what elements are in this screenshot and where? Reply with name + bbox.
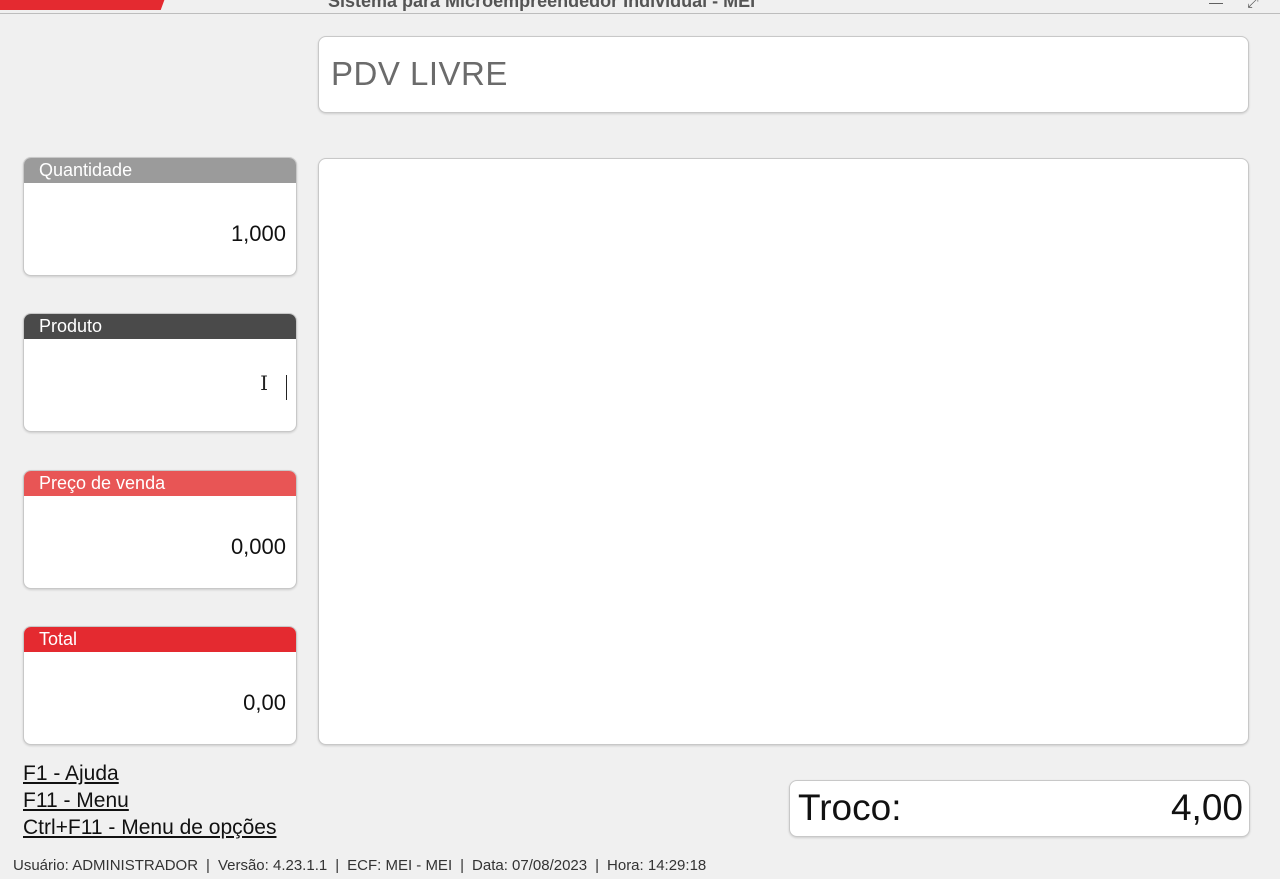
text-cursor-icon: I (260, 371, 268, 395)
sale-price-field[interactable]: Preço de venda 0,000 (23, 470, 297, 589)
status-ecf: ECF: MEI - MEI (347, 857, 453, 874)
menu-link[interactable]: F11 - Menu (23, 787, 277, 814)
pdv-status-text: PDV LIVRE (331, 55, 508, 92)
maximize-button[interactable]: ⤢ (1240, 0, 1266, 10)
title-bar: Sistema para Microempreendedor Individua… (0, 0, 1280, 14)
status-version: Versão: 4.23.1.1 (217, 857, 328, 874)
status-user: Usuário: ADMINISTRADOR (13, 857, 199, 874)
change-label: Troco: (798, 787, 902, 828)
total-label: Total (24, 627, 296, 652)
sale-price-value[interactable]: 0,000 (231, 534, 286, 560)
product-label: Produto (24, 314, 296, 339)
quantity-field[interactable]: Quantidade 1,000 (23, 157, 297, 276)
change-value: 4,00 (1170, 787, 1243, 828)
pdv-status-panel: PDV LIVRE (318, 36, 1249, 113)
status-bar: Usuário: ADMINISTRADOR | Versão: 4.23.1.1 |… (13, 857, 707, 874)
total-value: 0,00 (243, 690, 286, 715)
total-field: Total 0,00 (23, 626, 297, 745)
sale-price-label: Preço de venda (24, 471, 296, 496)
minimize-button[interactable]: — (1203, 0, 1229, 10)
shortcut-links: F1 - Ajuda F11 - Menu Ctrl+F11 - Menu de… (23, 760, 277, 841)
options-menu-link[interactable]: Ctrl+F11 - Menu de opções (23, 814, 277, 841)
input-caret (286, 375, 287, 400)
quantity-value[interactable]: 1,000 (231, 221, 286, 247)
product-field[interactable]: Produto I (23, 313, 297, 432)
status-date: Data: 07/08/2023 (472, 857, 588, 874)
window-title: Sistema para Microempreendedor Individua… (328, 0, 756, 11)
items-list[interactable] (318, 158, 1249, 745)
quantity-label: Quantidade (24, 158, 296, 183)
brand-accent (0, 0, 168, 10)
help-link[interactable]: F1 - Ajuda (23, 760, 277, 787)
change-panel: Troco: 4,00 (789, 780, 1250, 837)
status-time: Hora: 14:29:18 (607, 857, 707, 874)
